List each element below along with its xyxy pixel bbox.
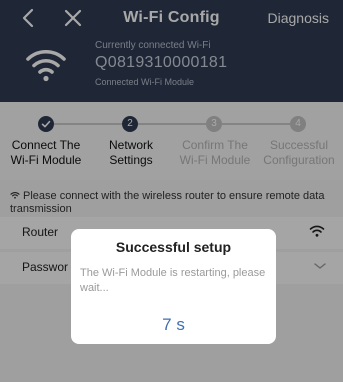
wifi-config-screen: Wi-Fi Config Diagnosis Currently connect… xyxy=(0,0,343,382)
dialog-message: The Wi-Fi Module is restarting, please w… xyxy=(80,267,266,294)
countdown-timer: 7 s xyxy=(162,315,185,334)
success-dialog: Successful setup The Wi-Fi Module is res… xyxy=(71,229,276,344)
dialog-title: Successful setup xyxy=(115,239,232,255)
